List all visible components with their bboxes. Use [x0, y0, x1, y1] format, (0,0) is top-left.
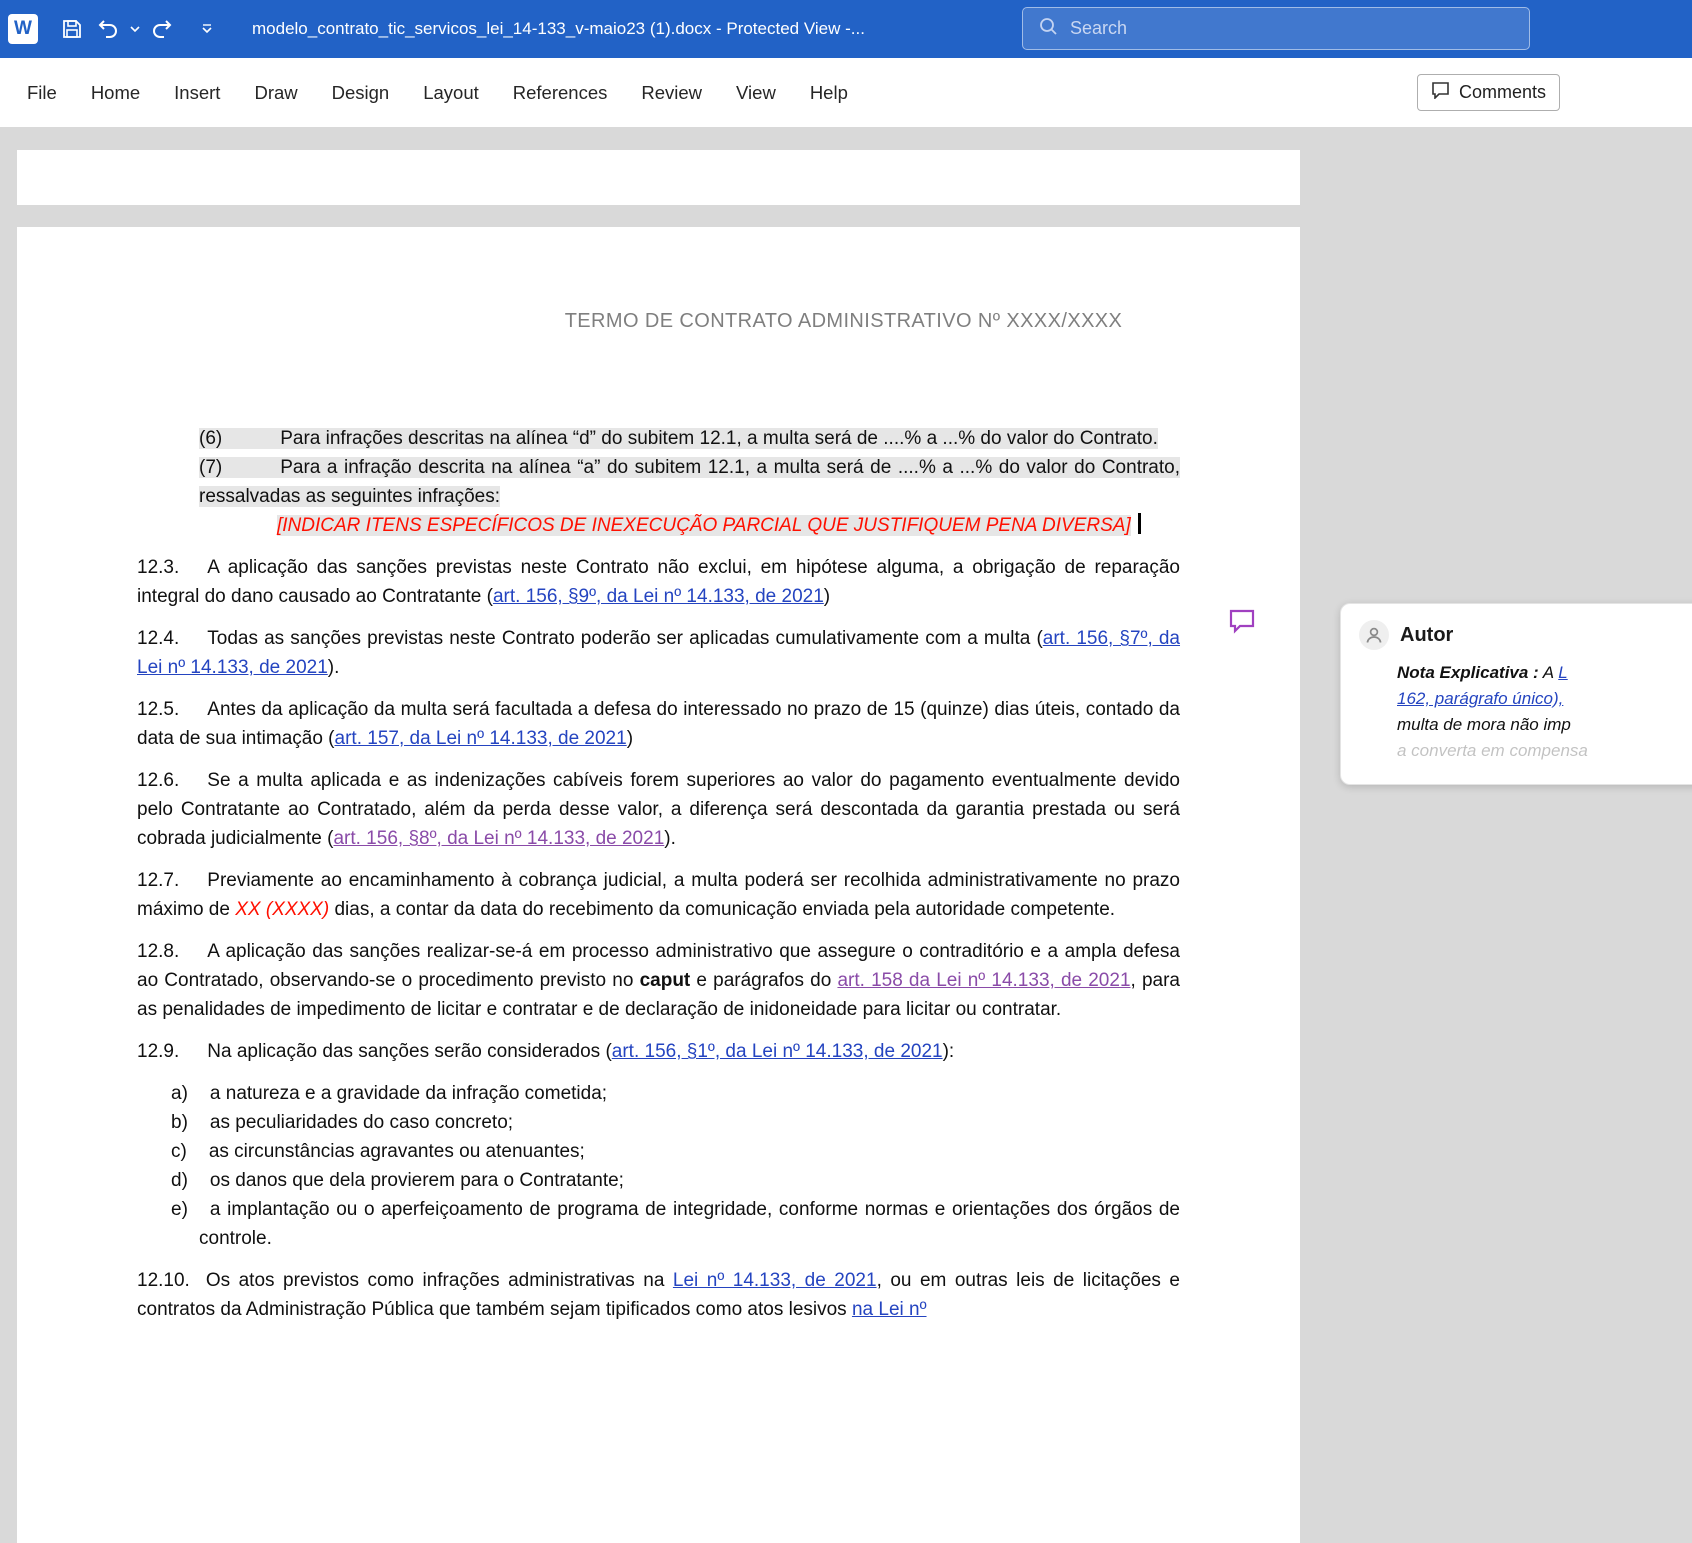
hyperlink-art-156-9[interactable]: art. 156, §9º, da Lei nº 14.133, de 2021: [493, 586, 824, 607]
tab-design[interactable]: Design: [315, 58, 407, 127]
comment-hyperlink[interactable]: L: [1558, 663, 1567, 682]
hyperlink-lei-14133[interactable]: Lei nº 14.133, de 2021: [673, 1270, 877, 1291]
paragraph-number: 12.6.: [137, 770, 179, 791]
paragraph-12-6: 12.6.Se a multa aplicada e as indenizaçõ…: [137, 766, 1180, 853]
titlebar: W modelo_contrato_tic_servicos_lei_14-13…: [0, 0, 1692, 58]
paragraph-number: 12.10.: [137, 1270, 190, 1291]
paragraph-number: 12.5.: [137, 699, 179, 720]
tab-home[interactable]: Home: [74, 58, 157, 127]
lettered-list: a)a natureza e a gravidade da infração c…: [137, 1079, 1180, 1253]
paragraph-6: (6) Para infrações descritas na alínea “d…: [137, 424, 1180, 453]
paragraph-number: (6): [199, 428, 222, 449]
placeholder-note: [INDICAR ITENS ESPECÍFICOS DE INEXECUÇÃO…: [137, 511, 1180, 540]
paragraph-number: 12.7.: [137, 870, 179, 891]
list-marker: b): [171, 1112, 188, 1133]
undo-icon[interactable]: [90, 11, 126, 47]
undo-dropdown-icon[interactable]: [126, 11, 144, 47]
comments-label: Comments: [1459, 82, 1546, 103]
save-icon[interactable]: [54, 11, 90, 47]
paragraph-12-10: 12.10.Os atos previstos como infrações a…: [137, 1266, 1180, 1324]
paragraph-number: 12.9.: [137, 1041, 179, 1062]
tab-help[interactable]: Help: [793, 58, 865, 127]
hyperlink-na-lei[interactable]: na Lei nº: [852, 1299, 927, 1320]
paragraph-12-9: 12.9.Na aplicação das sanções serão cons…: [137, 1037, 1180, 1066]
hyperlink-art-157[interactable]: art. 157, da Lei nº 14.133, de 2021: [335, 728, 627, 749]
list-item-c: c)as circunstâncias agravantes ou atenua…: [137, 1137, 1180, 1166]
paragraph-12-3: 12.3.A aplicação das sanções previstas n…: [137, 553, 1180, 611]
paragraph-text: Para infrações descritas na alínea “d” d…: [280, 428, 1158, 449]
comments-button[interactable]: Comments: [1417, 74, 1560, 111]
comment-line-2: 162, parágrafo único),: [1397, 686, 1692, 712]
document-heading: TERMO DE CONTRATO ADMINISTRATIVO Nº XXXX…: [507, 307, 1180, 336]
paragraph-number: (7): [199, 457, 222, 478]
list-item-b: b)as peculiaridades do caso concreto;: [137, 1108, 1180, 1137]
paragraph-12-5: 12.5.Antes da aplicação da multa será fa…: [137, 695, 1180, 753]
list-marker: d): [171, 1170, 188, 1191]
ribbon: File Home Insert Draw Design Layout Refe…: [0, 58, 1692, 127]
quick-access-toolbar-chevron-icon[interactable]: [198, 11, 216, 47]
comment-header: Autor: [1359, 620, 1692, 650]
hyperlink-art-158[interactable]: art. 158 da Lei nº 14.133, de 2021: [837, 970, 1130, 991]
document-canvas: TERMO DE CONTRATO ADMINISTRATIVO Nº XXXX…: [0, 127, 1692, 1543]
comments-icon: [1431, 81, 1450, 104]
redo-icon[interactable]: [144, 11, 180, 47]
list-item-a: a)a natureza e a gravidade da infração c…: [137, 1079, 1180, 1108]
comment-line-1: Nota Explicativa : A L: [1397, 660, 1692, 686]
paragraph-12-4: 12.4.Todas as sanções previstas neste Co…: [137, 624, 1180, 682]
comment-marker-icon[interactable]: [1228, 608, 1256, 634]
tab-file[interactable]: File: [10, 58, 74, 127]
search-input[interactable]: Search: [1022, 7, 1530, 50]
list-marker: e): [171, 1199, 188, 1220]
tab-view[interactable]: View: [719, 58, 793, 127]
paragraph-text: Para a infração descrita na alínea “a” d…: [199, 457, 1180, 507]
hyperlink-art-156-8[interactable]: art. 156, §8º, da Lei nº 14.133, de 2021: [333, 828, 664, 849]
comment-body: Nota Explicativa : A L 162, parágrafo ún…: [1397, 660, 1692, 764]
author-name: Autor: [1400, 624, 1453, 647]
comment-line-4: a converta em compensa: [1397, 738, 1692, 764]
paragraph-12-7: 12.7.Previamente ao encaminhamento à cob…: [137, 866, 1180, 924]
placeholder-days-value: XX (XXXX): [235, 899, 329, 920]
tab-review[interactable]: Review: [624, 58, 719, 127]
comment-line-3: multa de mora não imp: [1397, 712, 1692, 738]
list-marker: a): [171, 1083, 188, 1104]
document-page: TERMO DE CONTRATO ADMINISTRATIVO Nº XXXX…: [17, 227, 1300, 1543]
comment-hyperlink[interactable]: 162, parágrafo único),: [1397, 689, 1563, 708]
paragraph-number: 12.4.: [137, 628, 179, 649]
tab-draw[interactable]: Draw: [237, 58, 314, 127]
search-icon: [1039, 17, 1058, 41]
tab-layout[interactable]: Layout: [406, 58, 496, 127]
previous-page-bottom: [17, 150, 1300, 205]
search-placeholder: Search: [1070, 18, 1127, 39]
paragraph-number: 12.3.: [137, 557, 179, 578]
text-cursor: [1138, 513, 1141, 534]
list-marker: c): [171, 1141, 187, 1162]
document-title: modelo_contrato_tic_servicos_lei_14-133_…: [252, 19, 865, 39]
word-app-icon[interactable]: W: [8, 14, 38, 44]
comment-card[interactable]: Autor Nota Explicativa : A L 162, parágr…: [1340, 603, 1692, 785]
list-item-d: d)os danos que dela provierem para o Con…: [137, 1166, 1180, 1195]
tab-references[interactable]: References: [496, 58, 625, 127]
paragraph-7: (7)Para a infração descrita na alínea “a…: [137, 453, 1180, 511]
paragraph-12-8: 12.8.A aplicação das sanções realizar-se…: [137, 937, 1180, 1024]
author-avatar: [1359, 620, 1389, 650]
paragraph-number: 12.8.: [137, 941, 179, 962]
list-item-e: e)a implantação ou o aperfeiçoamento de …: [137, 1195, 1180, 1253]
placeholder-note-text: [INDICAR ITENS ESPECÍFICOS DE INEXECUÇÃO…: [277, 515, 1131, 536]
hyperlink-art-156-1[interactable]: art. 156, §1º, da Lei nº 14.133, de 2021: [612, 1041, 943, 1062]
tab-insert[interactable]: Insert: [157, 58, 237, 127]
